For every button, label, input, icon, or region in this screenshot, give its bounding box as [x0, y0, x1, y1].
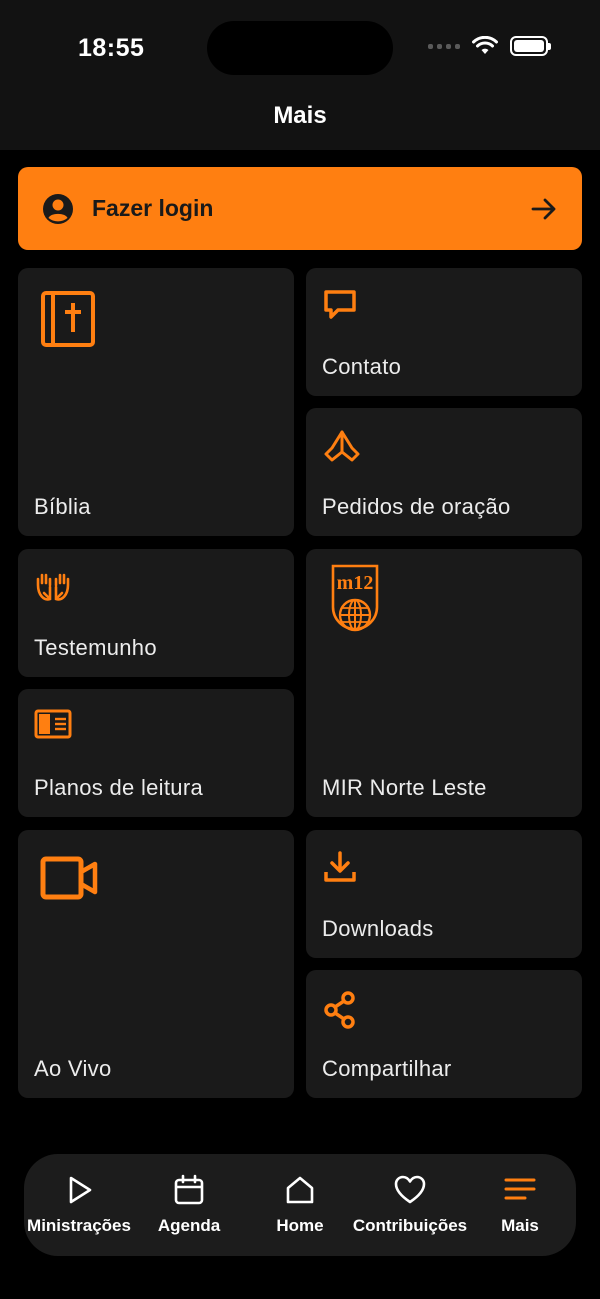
user-circle-icon: [43, 193, 73, 224]
status-time: 18:55: [78, 34, 145, 62]
tile-downloads[interactable]: Downloads: [306, 830, 582, 958]
calendar-icon: [174, 1174, 204, 1205]
heart-icon: [394, 1175, 426, 1204]
tab-home[interactable]: Home: [245, 1154, 355, 1256]
arrow-right-icon: [531, 198, 556, 219]
tab-ministracoes[interactable]: Ministrações: [24, 1154, 134, 1256]
video-camera-icon: [40, 856, 98, 900]
m12-logo-text: m12: [337, 572, 374, 594]
tab-contribuicoes[interactable]: Contribuições: [353, 1154, 467, 1256]
reading-plan-icon: [34, 709, 72, 739]
top-bar: 18:55 Mais: [0, 0, 600, 150]
status-icons: [428, 36, 551, 56]
battery-icon: [510, 36, 551, 56]
dynamic-island: [207, 21, 393, 75]
tile-contato[interactable]: Contato: [306, 268, 582, 396]
tile-testemunho[interactable]: Testemunho: [18, 549, 294, 677]
cellular-signal-icon: [428, 43, 460, 49]
page-title: Mais: [273, 102, 327, 129]
bottom-tab-bar: Ministrações Agenda Home Contribuições M…: [24, 1154, 576, 1256]
login-label: Fazer login: [92, 195, 214, 221]
m12-logo-icon: m12: [331, 564, 379, 632]
wifi-icon: [472, 36, 498, 54]
login-button[interactable]: Fazer login: [18, 167, 582, 250]
tile-compartilhar[interactable]: Compartilhar: [306, 970, 582, 1098]
tile-label: Downloads: [322, 916, 434, 941]
tab-agenda[interactable]: Agenda: [134, 1154, 244, 1256]
tile-label: Planos de leitura: [34, 775, 203, 800]
tile-label: Compartilhar: [322, 1056, 452, 1081]
chat-bubble-icon: [324, 290, 356, 319]
play-icon: [69, 1176, 92, 1204]
praying-hands-icon: [324, 430, 360, 462]
tile-ao-vivo[interactable]: Ao Vivo: [18, 830, 294, 1098]
home-icon: [286, 1176, 314, 1204]
download-icon: [324, 851, 356, 882]
tab-label: Mais: [501, 1216, 539, 1235]
tile-label: Pedidos de oração: [322, 494, 511, 519]
tile-label: Contato: [322, 354, 402, 379]
raised-hands-icon: [36, 573, 70, 601]
tile-pedidos-oracao[interactable]: Pedidos de oração: [306, 408, 582, 536]
menu-icon: [504, 1178, 536, 1200]
tile-label: Bíblia: [34, 494, 91, 519]
tile-label: Testemunho: [34, 635, 157, 660]
tab-mais[interactable]: Mais: [465, 1154, 575, 1256]
share-icon: [324, 991, 355, 1029]
tile-biblia[interactable]: Bíblia: [18, 268, 294, 536]
tile-label: MIR Norte Leste: [322, 775, 487, 800]
tile-label: Ao Vivo: [34, 1056, 112, 1081]
tile-mir-norte-leste[interactable]: m12 MIR Norte Leste: [306, 549, 582, 817]
bible-icon: [41, 291, 95, 347]
tile-planos-leitura[interactable]: Planos de leitura: [18, 689, 294, 817]
